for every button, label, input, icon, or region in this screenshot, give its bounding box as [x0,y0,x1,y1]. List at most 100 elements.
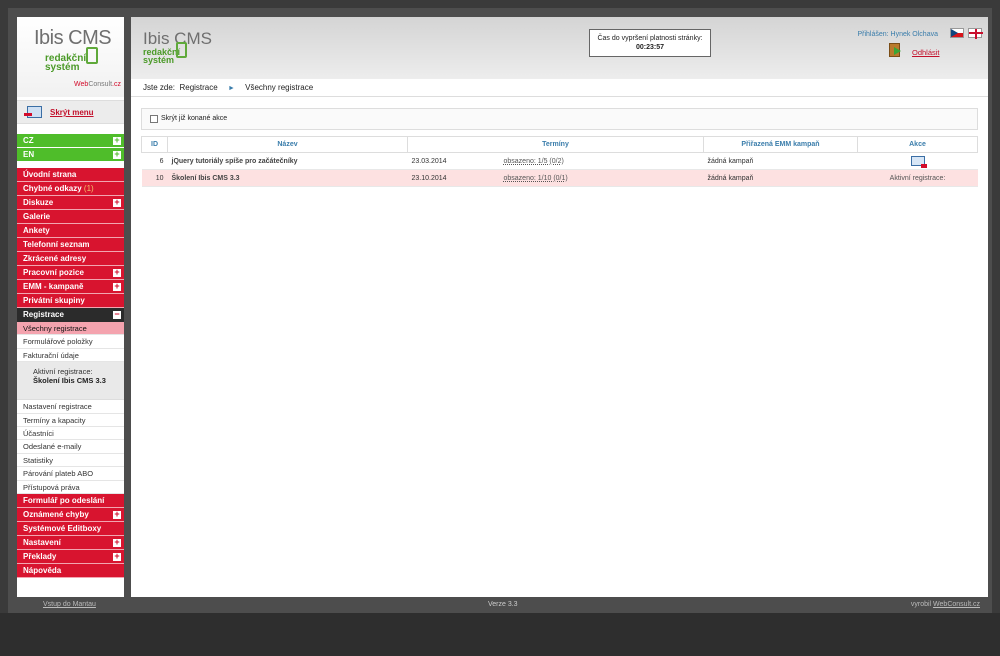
logout-link[interactable]: Odhlásit [912,48,940,57]
language-en[interactable]: EN + [17,148,124,162]
submenu-item[interactable]: Přístupová práva [17,480,124,494]
flag-cz-icon[interactable] [950,28,964,38]
cell-campaign: žádná kampaň [703,152,858,170]
cell-campaign: žádná kampaň [703,169,858,187]
vendor-b: Consult [88,81,113,88]
sidebar-item-label: Nastavení [23,537,61,547]
sidebar-item[interactable]: Překlady + [17,549,124,564]
sidebar-item-label: Systémové Editboxy [23,523,102,533]
submenu-item[interactable]: Účastníci [17,426,124,441]
column-header[interactable]: Název [167,136,408,153]
sidebar-item[interactable]: Galerie [17,210,124,224]
sidebar-item[interactable]: EMM - kampaně + [17,280,124,294]
sidebar-item-label: Nápověda [23,565,62,575]
column-header[interactable]: ID [141,136,168,153]
plus-icon[interactable]: + [113,198,121,207]
active-registration-label: Aktivní registrace: [33,367,93,377]
submenu-bottom: Nastavení registrace Termíny a kapacity Úč… [17,400,124,494]
submenu-item[interactable]: Všechny registrace [17,322,124,336]
submenu-item[interactable]: Fakturační údaje [17,348,124,363]
sidebar-item-label: Telefonní seznam [23,240,90,249]
bottom-bar [0,613,1000,656]
error-count-badge: (1) [83,184,94,193]
sidebar-item[interactable]: Systémové Editboxy [17,521,124,536]
sidebar-item[interactable]: Nápověda [17,563,124,578]
cell-id: 6 [141,152,168,170]
logout-door-icon[interactable] [889,43,901,57]
footer-link[interactable]: Vstup do Mantau [43,601,96,608]
plus-icon[interactable]: + [113,268,121,277]
hide-past-checkbox[interactable] [150,115,158,123]
sidebar-item[interactable]: Ankety [17,224,124,238]
breadcrumb: Jste zde: Registrace ► Všechny registrac… [131,79,988,97]
sidebar-item[interactable]: Telefonní seznam [17,238,124,252]
sidebar-logo[interactable]: Ibis CMS redakční systém WebConsult.cz [17,17,124,97]
logged-in-user: Přihlášen: Hynek Olchava [857,31,938,38]
occupancy-link[interactable]: obsazeno: 1/10 (0/1) [504,175,568,182]
table-row[interactable]: 6 jQuery tutoriály spíše pro začátečníky 2… [141,152,978,170]
registrations-table: ID Název Termíny Přiřazená EMM kampaň Ak… [141,136,978,187]
hide-menu-label[interactable]: Skrýt menu [50,108,94,117]
credit-link[interactable]: WebConsult.cz [933,601,980,608]
breadcrumb-item: Všechny registrace [245,83,314,92]
action-label: Aktivní registrace: [889,174,946,182]
plus-icon[interactable]: + [113,551,121,561]
sidebar-item-registrace[interactable]: Registrace − [17,308,124,322]
sidebar-item[interactable]: Úvodní strana [17,168,124,182]
term-date: 23.03.2014 [411,157,447,165]
cell-action: Aktivní registrace: [857,169,978,187]
hide-past-label[interactable]: Skrýt již konané akce [161,115,227,122]
table-row[interactable]: 10 Školení Ibis CMS 3.3 23.10.2014 obsazeno… [141,169,978,187]
sidebar-item-label: Chybné odkazy [23,184,82,193]
submenu-item[interactable]: Formulářové položky [17,335,124,349]
filter-bar: Skrýt již konané akce [141,108,978,130]
cell-name[interactable]: jQuery tutoriály spíše pro začátečníky [167,152,408,170]
header-logo-line2: systém [143,55,175,65]
breadcrumb-item[interactable]: Registrace [179,83,217,92]
sidebar-item[interactable]: Oznámené chyby + [17,507,124,522]
plus-icon[interactable]: + [113,150,121,159]
submenu-item[interactable]: Odeslané e-maily [17,440,124,454]
plus-icon[interactable]: + [113,282,121,291]
footer-credit: vyrobil WebConsult.cz [911,601,980,608]
submenu-item[interactable]: Termíny a kapacity [17,413,124,427]
sidebar-item-label: Formulář po odeslání [23,495,105,505]
sidebar-item[interactable]: Nastavení + [17,535,124,550]
minus-icon[interactable]: − [113,310,121,319]
activate-registration-icon[interactable] [910,156,927,168]
sidebar-item-label: Ankety [23,226,50,235]
hide-menu-button[interactable]: Skrýt menu [17,100,124,124]
logo-line2: systém [45,62,80,73]
cell-terms: 23.10.2014 obsazeno: 1/10 (0/1) [407,169,704,187]
sidebar-item-label: Oznámené chyby [23,509,89,519]
version-label: Verze 3.3 [488,601,518,608]
header: Ibis CMS redakční systém Čas do vypršení… [131,17,988,79]
plus-icon[interactable]: + [113,509,121,519]
sidebar-item[interactable]: Formulář po odeslání [17,493,124,508]
sidebar-item[interactable]: Zkrácené adresy [17,252,124,266]
flag-en-icon[interactable] [968,28,983,39]
sidebar-item[interactable]: Chybné odkazy (1) [17,182,124,196]
column-header[interactable]: Termíny [407,136,704,153]
cell-name[interactable]: Školení Ibis CMS 3.3 [167,169,408,187]
sidebar-item[interactable]: Diskuze + [17,196,124,210]
plus-icon[interactable]: + [113,537,121,547]
session-timer: Čas do vypršení platnosti stránky: 00:23… [589,29,711,57]
active-registration-name: Školení Ibis CMS 3.3 [33,376,106,386]
term-date: 23.10.2014 [411,174,447,182]
column-header[interactable]: Přiřazená EMM kampaň [703,136,858,153]
language-label: EN [23,150,35,159]
sidebar-item[interactable]: Pracovní pozice + [17,266,124,280]
active-registration-box: Aktivní registrace: Školení Ibis CMS 3.3 [17,362,124,401]
submenu-item[interactable]: Párování plateb ABO [17,467,124,481]
phone-icon [86,47,98,64]
sidebar-item-label: Překlady [23,551,57,561]
sidebar-item[interactable]: Privátní skupiny [17,294,124,308]
submenu-item[interactable]: Statistiky [17,453,124,468]
language-cz[interactable]: CZ + [17,134,124,148]
language-list: CZ + EN + [17,134,124,162]
menu-top: Úvodní strana Chybné odkazy (1) Diskuze + Ga… [17,168,124,308]
plus-icon[interactable]: + [113,136,121,145]
occupancy-link[interactable]: obsazeno: 1/5 (0/2) [504,158,564,165]
submenu-item[interactable]: Nastavení registrace [17,400,124,414]
